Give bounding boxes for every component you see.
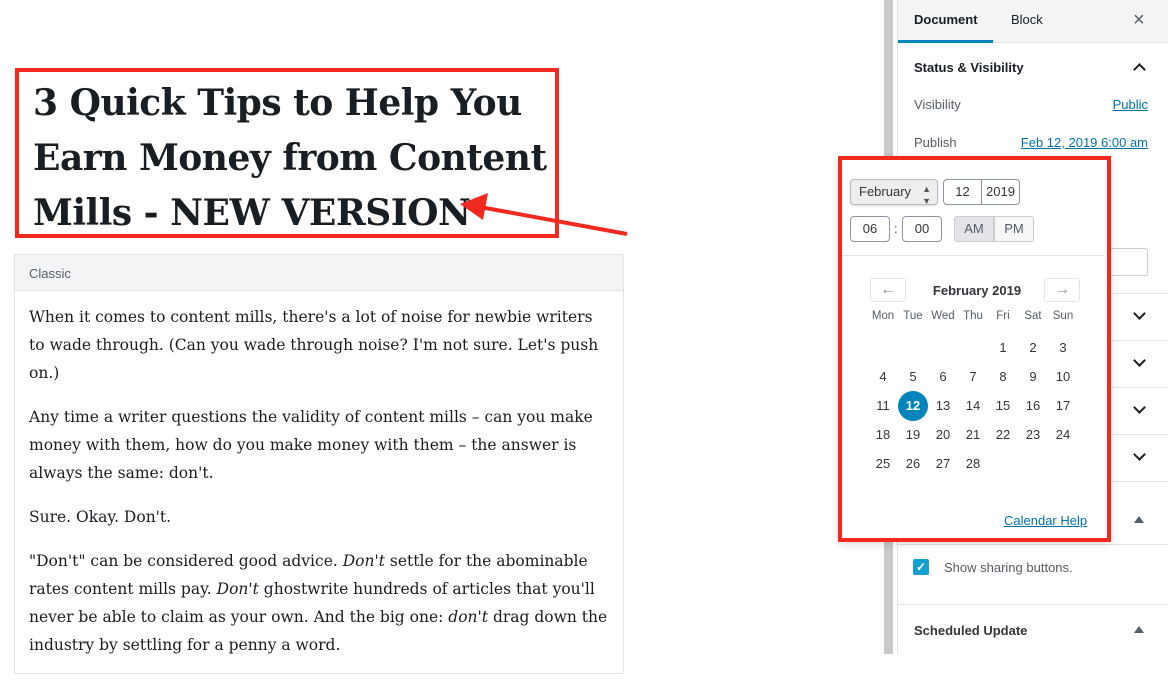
pm-button[interactable]: PM	[994, 216, 1034, 242]
date-picker-popover: February ▲ ▼ 12 2019 06 : 00 AM PM ← Febru…	[838, 156, 1111, 542]
calendar-day[interactable]: 7	[958, 362, 988, 392]
publish-label: Publish	[914, 135, 957, 150]
calendar-day[interactable]: 20	[928, 420, 958, 450]
paragraph: Sure. Okay. Don't.	[29, 508, 172, 526]
weekday-label: Sun	[1052, 310, 1074, 322]
prev-month-button[interactable]: ←	[870, 278, 906, 302]
calendar-month-heading: February 2019	[932, 283, 1022, 298]
visibility-label: Visibility	[914, 97, 961, 112]
publish-date-link[interactable]: Feb 12, 2019 6:00 am	[1021, 135, 1148, 150]
status-visibility-title[interactable]: Status & Visibility	[914, 60, 1024, 75]
scheduled-update-title[interactable]: Scheduled Update	[914, 623, 1027, 638]
calendar-day[interactable]: 24	[1048, 420, 1078, 450]
classic-block-label: Classic	[15, 255, 623, 291]
calendar-day[interactable]: 3	[1048, 333, 1078, 363]
calendar-day[interactable]: 19	[898, 420, 928, 450]
weekday-label: Sat	[1024, 310, 1042, 322]
classic-block[interactable]: Classic When it comes to content mills, …	[14, 254, 624, 674]
calendar-day[interactable]: 1	[988, 333, 1018, 363]
time-separator: :	[894, 221, 898, 236]
calendar-day[interactable]: 2	[1018, 333, 1048, 363]
calendar-day[interactable]: 27	[928, 449, 958, 479]
calendar-day[interactable]: 10	[1048, 362, 1078, 392]
calendar-day[interactable]: 8	[988, 362, 1018, 392]
calendar-day[interactable]: 16	[1018, 391, 1048, 421]
tab-block[interactable]: Block	[1011, 12, 1043, 27]
calendar-day[interactable]: 14	[958, 391, 988, 421]
calendar-day[interactable]: 5	[898, 362, 928, 392]
calendar-day[interactable]: 13	[928, 391, 958, 421]
classic-content[interactable]: When it comes to content mills, there's …	[15, 291, 623, 687]
chevron-up-icon[interactable]	[1133, 63, 1146, 76]
weekday-label: Tue	[903, 310, 923, 322]
chevron-down-icon[interactable]	[1133, 448, 1146, 461]
weekday-label: Thu	[963, 310, 983, 322]
am-button[interactable]: AM	[954, 216, 994, 242]
calendar-day[interactable]: 9	[1018, 362, 1048, 392]
paragraph: Any time a writer questions the validity…	[29, 408, 593, 482]
calendar-day[interactable]: 4	[868, 362, 898, 392]
chevron-down-icon[interactable]	[1133, 354, 1146, 367]
tab-document[interactable]: Document	[914, 12, 978, 41]
calendar-day[interactable]: 17	[1048, 391, 1078, 421]
day-input[interactable]: 12	[943, 179, 982, 205]
calendar-day[interactable]: 21	[958, 420, 988, 450]
calendar-day[interactable]: 28	[958, 449, 988, 479]
paragraph: When it comes to content mills, there's …	[29, 308, 599, 382]
calendar-day-selected[interactable]: 12	[898, 391, 928, 421]
month-select[interactable]: February ▲ ▼	[850, 179, 938, 206]
annotation-arrow	[460, 193, 628, 236]
hour-input[interactable]: 06	[850, 216, 890, 242]
chevron-down-icon[interactable]	[1133, 401, 1146, 414]
active-tab-indicator	[898, 40, 993, 43]
calendar-day[interactable]: 6	[928, 362, 958, 392]
select-arrows-icon: ▲ ▼	[922, 184, 931, 206]
calendar-day[interactable]: 26	[898, 449, 928, 479]
calendar-day[interactable]: 15	[988, 391, 1018, 421]
sharing-label: Show sharing buttons.	[944, 560, 1073, 575]
sharing-checkbox[interactable]: ✓	[913, 559, 929, 575]
divider	[842, 255, 1104, 256]
next-month-button[interactable]: →	[1044, 278, 1080, 302]
year-input[interactable]: 2019	[981, 179, 1020, 205]
calendar-day[interactable]: 23	[1018, 420, 1048, 450]
calendar-day[interactable]: 11	[868, 391, 898, 421]
weekday-label: Mon	[871, 310, 895, 322]
paragraph: "Don't" can be considered good advice. D…	[29, 552, 608, 654]
close-icon[interactable]: ×	[1133, 9, 1145, 32]
minute-input[interactable]: 00	[902, 216, 942, 242]
calendar-day[interactable]: 22	[988, 420, 1018, 450]
weekday-label: Wed	[931, 310, 955, 322]
chevron-down-icon[interactable]	[1133, 307, 1146, 320]
calendar-help-link[interactable]: Calendar Help	[1004, 513, 1087, 528]
calendar-day[interactable]: 18	[868, 420, 898, 450]
divider	[898, 604, 1168, 605]
divider	[898, 544, 1168, 545]
triangle-up-icon[interactable]	[1134, 516, 1144, 523]
weekday-label: Fri	[996, 310, 1010, 322]
visibility-link[interactable]: Public	[1113, 97, 1148, 112]
triangle-up-icon[interactable]	[1134, 626, 1144, 633]
calendar-day[interactable]: 25	[868, 449, 898, 479]
